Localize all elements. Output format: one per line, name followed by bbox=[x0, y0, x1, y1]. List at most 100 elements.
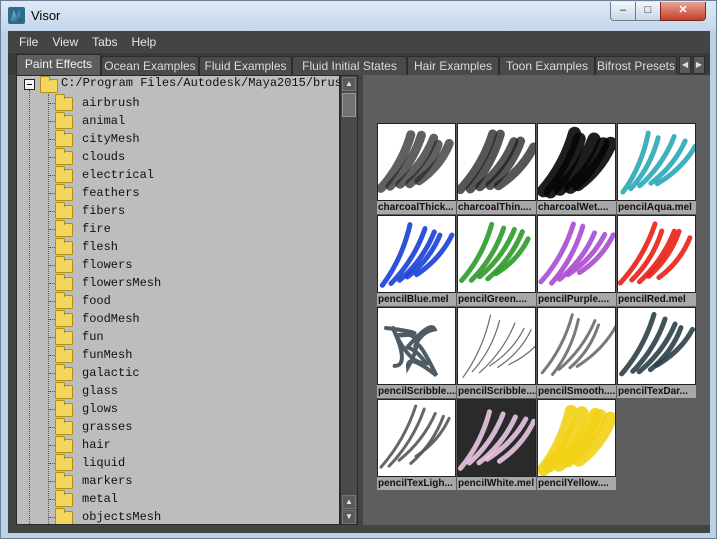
tree-folder-label: cityMesh bbox=[82, 132, 140, 146]
folder-icon bbox=[55, 346, 73, 363]
tab-scroll-left-button[interactable]: ◀ bbox=[679, 56, 691, 74]
tab-hair-examples[interactable]: Hair Examples bbox=[407, 56, 499, 75]
maximize-icon: □ bbox=[644, 4, 652, 16]
tree-folder-item[interactable]: flesh bbox=[17, 238, 339, 256]
brush-thumbnail-grid: charcoalThick... charcoalThin.... charcoal… bbox=[363, 75, 710, 525]
scroll-up-button[interactable]: ▲ bbox=[342, 77, 356, 91]
brush-stroke bbox=[508, 345, 535, 366]
tab-scroll-right-button[interactable]: ▶ bbox=[693, 56, 705, 74]
tree-folder-item[interactable]: galactic bbox=[17, 364, 339, 382]
tree-folder-item[interactable]: feathers bbox=[17, 184, 339, 202]
tab-fluid-examples[interactable]: Fluid Examples bbox=[199, 56, 292, 75]
folder-icon bbox=[55, 148, 73, 165]
brush-thumbnail[interactable]: pencilGreen.... bbox=[457, 215, 536, 306]
brush-thumbnail[interactable]: pencilTexDar... bbox=[617, 307, 696, 398]
folder-icon bbox=[55, 382, 73, 399]
tree-folder-item[interactable]: electrical bbox=[17, 166, 339, 184]
window-title: Visor bbox=[31, 8, 61, 23]
brush-preview-image bbox=[377, 307, 456, 385]
brush-stroke-graphic bbox=[379, 222, 455, 288]
tab-paint-effects[interactable]: Paint Effects bbox=[16, 54, 101, 75]
scroll-down-button[interactable]: ▼ bbox=[342, 510, 356, 524]
tree-folder-item[interactable]: flowersMesh bbox=[17, 274, 339, 292]
folder-icon bbox=[55, 94, 73, 111]
brush-stroke-graphic bbox=[619, 311, 695, 377]
brush-preview-image bbox=[457, 215, 536, 293]
tree-folder-item[interactable]: clouds bbox=[17, 148, 339, 166]
brush-thumbnail[interactable]: pencilScribble.... bbox=[457, 307, 536, 398]
minimize-button[interactable]: – bbox=[610, 2, 636, 21]
brush-label: pencilYellow.... bbox=[537, 477, 616, 490]
brush-thumbnail[interactable]: charcoalThick... bbox=[377, 123, 456, 214]
folder-icon bbox=[55, 472, 73, 489]
maximize-button[interactable]: □ bbox=[635, 2, 661, 21]
title-bar[interactable]: Visor – □ ✕ bbox=[1, 1, 716, 31]
brush-thumbnail[interactable]: pencilScribble.... bbox=[377, 307, 456, 398]
menu-view[interactable]: View bbox=[45, 35, 85, 49]
brush-thumbnail[interactable]: pencilWhite.mel bbox=[457, 399, 536, 490]
brush-stroke-graphic bbox=[378, 129, 454, 193]
folder-icon bbox=[55, 490, 73, 507]
tree-folder-item[interactable]: airbrush bbox=[17, 94, 339, 112]
folder-icon bbox=[55, 508, 73, 524]
brush-label: pencilSmooth.... bbox=[537, 385, 616, 398]
tab-toon-examples[interactable]: Toon Examples bbox=[499, 56, 595, 75]
brush-thumbnail[interactable]: charcoalWet.... bbox=[537, 123, 616, 214]
folder-icon bbox=[55, 328, 73, 345]
brush-thumbnail[interactable]: pencilRed.mel bbox=[617, 215, 696, 306]
tree-root-row[interactable]: C:/Program Files/Autodesk/Maya2015/brush… bbox=[17, 76, 339, 93]
brush-preview-image bbox=[377, 399, 456, 477]
close-icon: ✕ bbox=[678, 4, 688, 16]
collapse-toggle-icon[interactable] bbox=[24, 79, 35, 90]
brush-stroke bbox=[540, 313, 574, 375]
arrow-up-icon: ▲ bbox=[345, 79, 353, 88]
maya-logo-icon bbox=[8, 7, 25, 24]
tree-folder-item[interactable]: metal bbox=[17, 490, 339, 508]
tab-bifrost-presets[interactable]: Bifrost Presets bbox=[595, 56, 677, 75]
brush-label: pencilAqua.mel bbox=[617, 201, 696, 214]
brush-thumbnail[interactable]: pencilSmooth.... bbox=[537, 307, 616, 398]
brush-thumbnail[interactable]: charcoalThin.... bbox=[457, 123, 536, 214]
brush-thumbnail[interactable]: pencilAqua.mel bbox=[617, 123, 696, 214]
folder-icon bbox=[55, 112, 73, 129]
brush-thumbnail[interactable]: pencilBlue.mel bbox=[377, 215, 456, 306]
menu-help[interactable]: Help bbox=[125, 35, 164, 49]
brush-stroke-graphic bbox=[538, 404, 615, 476]
tree-folder-item[interactable]: hair bbox=[17, 436, 339, 454]
tree-folder-item[interactable]: objectsMesh bbox=[17, 508, 339, 524]
tree-folder-item[interactable]: food bbox=[17, 292, 339, 310]
brush-thumbnail[interactable]: pencilYellow.... bbox=[537, 399, 616, 490]
tree-folder-label: feathers bbox=[82, 186, 140, 200]
tree-folder-item[interactable]: fire bbox=[17, 220, 339, 238]
minimize-icon: – bbox=[619, 4, 627, 16]
brush-thumbnail[interactable]: pencilPurple.... bbox=[537, 215, 616, 306]
tree-folder-item[interactable]: cityMesh bbox=[17, 130, 339, 148]
tree-folder-item[interactable]: grasses bbox=[17, 418, 339, 436]
tree-folder-item[interactable]: fun bbox=[17, 328, 339, 346]
tree-folder-item[interactable]: foodMesh bbox=[17, 310, 339, 328]
brush-stroke-graphic bbox=[379, 404, 451, 469]
tree-folder-item[interactable]: fibers bbox=[17, 202, 339, 220]
close-button[interactable]: ✕ bbox=[660, 2, 706, 21]
menu-tabs[interactable]: Tabs bbox=[85, 35, 124, 49]
tree-folder-item[interactable]: animal bbox=[17, 112, 339, 130]
tree-folder-item[interactable]: funMesh bbox=[17, 346, 339, 364]
tree-folder-item[interactable]: glass bbox=[17, 382, 339, 400]
tree-folder-item[interactable]: markers bbox=[17, 472, 339, 490]
brush-thumbnail[interactable]: pencilTexLigh... bbox=[377, 399, 456, 490]
menu-file[interactable]: File bbox=[12, 35, 45, 49]
tree-scrollbar[interactable]: ▲ ▲ ▼ bbox=[340, 75, 358, 525]
tree-folder-label: metal bbox=[82, 492, 119, 506]
brush-label: pencilScribble.... bbox=[377, 385, 456, 398]
tree-folder-item[interactable]: flowers bbox=[17, 256, 339, 274]
scroll-thumb[interactable] bbox=[342, 93, 356, 117]
brush-preview-image bbox=[617, 123, 696, 201]
arrow-down-icon: ▼ bbox=[345, 512, 353, 521]
tab-fluid-initial-states[interactable]: Fluid Initial States bbox=[292, 56, 407, 75]
tree-folder-label: flesh bbox=[82, 240, 119, 254]
brush-stroke bbox=[471, 320, 501, 373]
tab-ocean-examples[interactable]: Ocean Examples bbox=[101, 56, 199, 75]
tree-folder-item[interactable]: glows bbox=[17, 400, 339, 418]
scroll-up-button-lower[interactable]: ▲ bbox=[342, 495, 356, 509]
tree-folder-item[interactable]: liquid bbox=[17, 454, 339, 472]
